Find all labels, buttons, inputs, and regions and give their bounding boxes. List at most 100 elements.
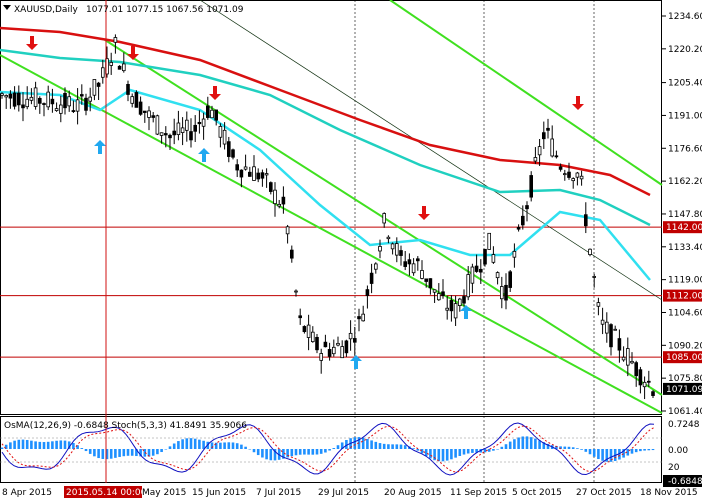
candle-body — [634, 362, 638, 377]
candle-body — [592, 276, 596, 278]
candle-body — [605, 321, 609, 334]
candle-body — [348, 332, 353, 340]
candle-body — [147, 110, 151, 118]
candle-body — [399, 250, 403, 256]
price-tick-label: 1104.60 — [668, 308, 702, 318]
candle-body — [336, 342, 340, 346]
candle-body — [478, 268, 483, 273]
candle-body — [201, 118, 206, 127]
candle-body — [331, 346, 336, 355]
trading-chart[interactable]: 1234.60 1220.20 1205.40 1191.00 1176.60 1162.… — [0, 0, 702, 500]
osma-bar — [25, 439, 29, 449]
candle-body — [163, 133, 168, 136]
candle-body — [285, 226, 290, 235]
candle-body — [436, 293, 441, 301]
osma-bar — [30, 440, 33, 449]
candle-body — [588, 248, 592, 255]
osma-bar — [424, 449, 428, 457]
candle-body — [445, 307, 449, 311]
candle-body — [340, 346, 344, 359]
osma-bar — [529, 437, 533, 449]
osma-bar — [214, 442, 218, 449]
candle-body — [151, 115, 156, 118]
candle-body — [281, 196, 286, 205]
osma-bar — [256, 449, 260, 456]
candle-body — [46, 91, 50, 108]
date-axis-label: 18 Nov 2015 — [640, 488, 698, 498]
osma-bar — [160, 449, 163, 453]
candle-body — [571, 178, 575, 182]
osma-bar — [84, 449, 88, 452]
osma-bar — [437, 449, 441, 462]
candle-body — [521, 215, 525, 226]
candle-body — [352, 338, 357, 343]
indicator-tick-label: 20 — [668, 463, 680, 473]
candle-body — [252, 166, 256, 181]
osma-bar — [290, 449, 294, 457]
candle-body — [344, 340, 349, 354]
candle-body — [306, 324, 311, 338]
osma-bar — [634, 449, 638, 453]
candle-body — [180, 127, 185, 133]
candle-body — [411, 263, 416, 274]
osma-bar — [366, 438, 369, 449]
candle-body — [327, 349, 332, 357]
candle-body — [382, 213, 386, 224]
candle-body — [626, 348, 630, 366]
price-tick-label: 1234.60 — [668, 12, 702, 22]
osma-bar — [445, 449, 449, 461]
candle-body — [122, 63, 126, 72]
osma-bar — [34, 441, 37, 449]
osma-bar — [630, 449, 634, 454]
price-tick-label: 1205.40 — [668, 79, 702, 89]
candle-body — [323, 341, 328, 348]
osma-bar — [332, 448, 336, 449]
candle-body — [184, 119, 189, 131]
candle-body — [273, 189, 277, 205]
osma-bar — [576, 448, 579, 449]
candle-body — [508, 271, 512, 288]
osma-bar — [588, 449, 592, 455]
price-tick-label: 1191.00 — [668, 111, 702, 121]
osma-bar — [202, 440, 205, 449]
date-axis-label: 5 Oct 2015 — [512, 488, 562, 498]
osma-bar — [601, 449, 604, 461]
candle-body — [235, 164, 240, 171]
candle-body — [542, 132, 546, 140]
osma-bar — [370, 440, 373, 449]
osma-bar — [471, 449, 474, 453]
candle-body — [54, 108, 59, 112]
candle-body — [394, 243, 399, 256]
candle-body — [243, 166, 248, 170]
candle-body — [264, 173, 269, 176]
candle-body — [193, 124, 198, 132]
candle-body — [466, 274, 470, 298]
osma-bar — [244, 446, 247, 449]
candle-body — [197, 121, 202, 125]
indicator-title: OsMA(12,26,9) -0.6848 Stoch(5,3,3) 41.84… — [4, 421, 247, 431]
osma-bar — [647, 449, 651, 451]
osma-bar — [382, 443, 386, 449]
candle-body — [4, 95, 9, 98]
osma-bar — [571, 447, 575, 449]
candle-body — [126, 84, 130, 95]
symbol-label: XAUUSD,Daily — [14, 5, 78, 15]
candle-body — [218, 126, 223, 138]
osma-bar — [521, 436, 525, 449]
osma-bar — [21, 439, 25, 449]
candle-body — [483, 248, 487, 265]
osma-bar — [193, 438, 197, 449]
candle-body — [647, 380, 651, 383]
candle-body — [361, 313, 365, 322]
osma-bar — [353, 437, 357, 449]
price-tick-label: 1119.00 — [668, 276, 702, 286]
osma-bar — [374, 441, 378, 449]
osma-bar — [118, 449, 121, 457]
price-tick-label: 1176.60 — [668, 144, 702, 154]
candle-body — [50, 98, 55, 105]
osma-bar — [639, 449, 642, 452]
chart-header: XAUUSD,Daily 1077.01 1077.15 1067.56 107… — [3, 5, 244, 15]
candle-body — [310, 331, 315, 343]
candle-body — [189, 131, 193, 141]
osma-bar — [643, 449, 646, 451]
